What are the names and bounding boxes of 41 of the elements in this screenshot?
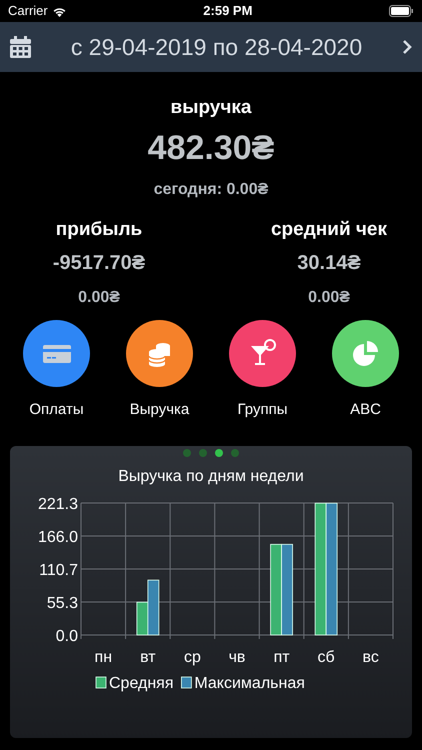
shortcut-label: ABC xyxy=(350,400,381,420)
shortcut-label: Группы xyxy=(238,400,288,420)
page-dot[interactable] xyxy=(183,448,191,456)
metric-today: 0.00₴ xyxy=(308,288,350,308)
x-tick-label: ср xyxy=(184,648,201,666)
page-dot[interactable] xyxy=(199,448,207,456)
x-tick-label: пт xyxy=(274,648,290,666)
metric-title: средний чек xyxy=(270,218,388,242)
legend-label: Максимальная xyxy=(194,674,305,692)
status-time: 2:59 PM xyxy=(203,2,252,20)
wifi-icon xyxy=(52,6,67,16)
chart-title: Выручка по дням недели xyxy=(118,466,304,486)
revenue-title: выручка xyxy=(170,96,252,120)
page-dot[interactable] xyxy=(231,448,239,456)
y-tick-label: 110.7 xyxy=(39,561,78,578)
calendar-icon[interactable] xyxy=(10,36,31,58)
x-tick-label: вт xyxy=(140,648,156,666)
x-tick-label: вс xyxy=(362,648,379,666)
pie-chart-icon xyxy=(350,338,380,368)
legend-swatch xyxy=(181,676,192,688)
shortcut-label: Выручка xyxy=(130,400,190,420)
battery-icon xyxy=(389,5,414,17)
legend-swatch xyxy=(96,676,106,688)
y-tick-label: 221.3 xyxy=(38,496,78,512)
metric-value: 30.14₴ xyxy=(297,251,361,276)
legend-label: Средняя xyxy=(109,674,174,692)
y-tick-label: 166.0 xyxy=(38,528,78,546)
page-dot[interactable] xyxy=(215,448,223,456)
x-tick-label: пн xyxy=(94,648,112,666)
revenue-today: сегодня: 0.00₴ xyxy=(154,180,268,200)
y-tick-label: 0.0 xyxy=(56,628,78,644)
shortcut-label: Оплаты xyxy=(29,400,84,420)
x-tick-label: чв xyxy=(228,648,246,666)
x-tick-label: сб xyxy=(318,648,335,666)
y-tick-label: 55.3 xyxy=(46,594,78,612)
metric-value: -9517.70₴ xyxy=(52,251,146,276)
chevron-right-icon[interactable] xyxy=(402,40,412,54)
metric-title: прибыль xyxy=(56,218,142,242)
metric-today: 0.00₴ xyxy=(78,288,120,308)
carrier-label: Carrier xyxy=(8,2,48,20)
revenue-value: 482.30₴ xyxy=(148,128,274,168)
